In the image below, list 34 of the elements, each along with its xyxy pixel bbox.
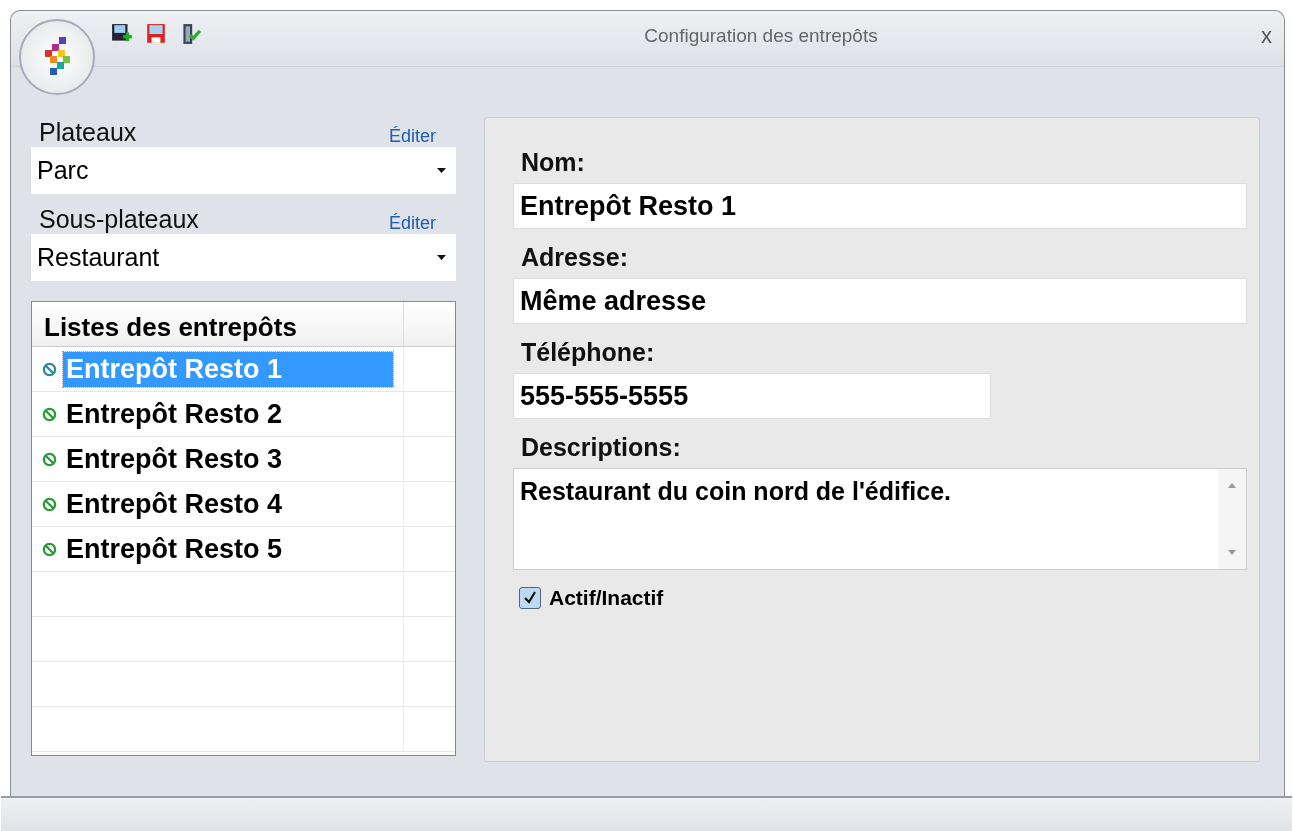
list-item[interactable]: Entrepôt Resto 2 [63,396,393,432]
no-entry-icon [42,406,57,422]
address-field[interactable]: Même adresse [513,278,1247,324]
field-label: Sous-plateaux [39,205,199,234]
checkmark-icon [523,591,537,605]
checkbox[interactable] [519,587,541,609]
window-title: Configuration des entrepôts [643,25,879,47]
no-entry-icon [42,361,57,377]
scroll-up-icon[interactable] [1228,483,1236,488]
dropdown[interactable]: Restaurant [31,234,456,281]
field-label: Descriptions: [521,433,681,462]
description-field[interactable]: Restaurant du coin nord de l'édifice. [513,468,1247,570]
dropdown-arrow-icon [437,255,446,260]
edit-link[interactable]: Éditer [388,213,436,234]
name-field[interactable]: Entrepôt Resto 1 [513,183,1247,229]
dropdown[interactable]: Parc [31,147,456,194]
field-label: Adresse: [521,243,628,272]
scrollbar[interactable] [1218,469,1246,569]
list-item[interactable]: Entrepôt Resto 4 [63,486,393,522]
field-label: Plateaux [39,118,137,147]
field-label: Nom: [521,148,585,177]
no-entry-icon [42,496,57,512]
no-entry-icon [42,541,57,557]
checkbox-label: Actif/Inactif [549,586,664,610]
phone-field[interactable]: 555-555-5555 [513,373,991,419]
list-item[interactable]: Entrepôt Resto 5 [63,531,393,567]
list-item[interactable]: Entrepôt Resto 3 [63,441,393,477]
dropdown-arrow-icon [437,168,446,173]
edit-link[interactable]: Éditer [388,126,436,147]
no-entry-icon [42,451,57,467]
field-label: Téléphone: [521,338,655,367]
save-icon[interactable] [145,23,167,45]
close-button[interactable]: x [1261,23,1272,49]
scroll-down-icon[interactable] [1228,550,1236,555]
